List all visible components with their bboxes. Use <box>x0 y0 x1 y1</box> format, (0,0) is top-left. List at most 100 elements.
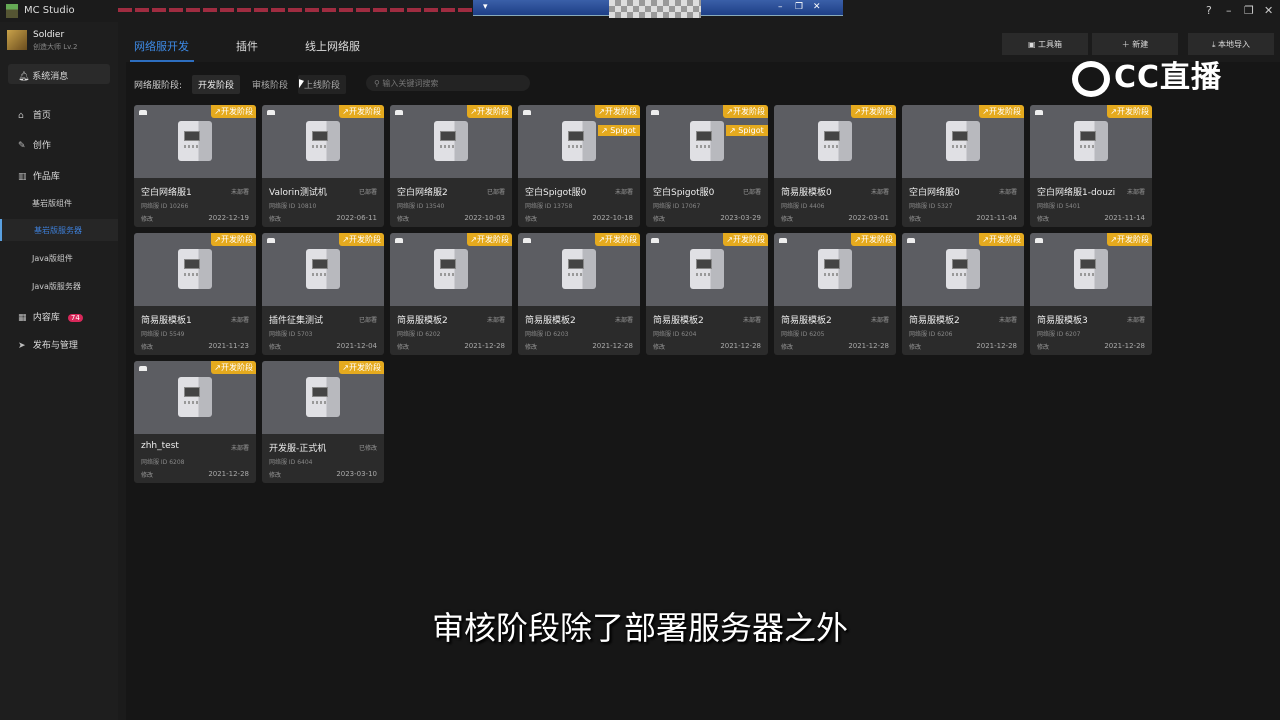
server-cube-icon <box>178 249 212 289</box>
close-icon[interactable]: ✕ <box>813 2 821 12</box>
tab-plugins[interactable]: 插件 <box>236 38 258 54</box>
server-card[interactable]: ↗开发阶段 简易服模板2 未部署 网络服 ID 6202 修改 2021-12-… <box>390 233 512 355</box>
minimize-icon[interactable]: – <box>1226 4 1232 17</box>
stage-dev[interactable]: 开发阶段 <box>192 75 241 94</box>
server-card[interactable]: ↗开发阶段 空白网络服1 未部署 网络服 ID 10266 修改 2022-12… <box>134 105 256 227</box>
deploy-status: 未部署 <box>230 445 249 452</box>
help-icon[interactable]: ? <box>1206 4 1212 17</box>
server-id: 网络服 ID 13758 <box>525 201 572 210</box>
sidebar-item[interactable]: ▥ 作品库 <box>0 163 118 185</box>
restore-icon[interactable]: ❐ <box>795 2 803 12</box>
system-messages-button[interactable]: 🔔︎ 系统消息 <box>8 64 110 84</box>
id-value: 5703 <box>297 331 313 338</box>
server-card[interactable]: ↗开发阶段 Valorin测试机 已部署 网络服 ID 10810 修改 202… <box>262 105 384 227</box>
close-icon[interactable]: ✕ <box>1264 4 1273 17</box>
sidebar-item[interactable]: 基岩版组件 <box>0 192 118 214</box>
cloud-icon <box>651 110 659 115</box>
server-id: 网络服 ID 5401 <box>1037 201 1081 210</box>
id-prefix: 网络服 ID <box>1037 203 1066 210</box>
server-card[interactable]: ↗开发阶段 简易服模板0 未部署 网络服 ID 4406 修改 2022-03-… <box>774 105 896 227</box>
server-thumbnail: ↗开发阶段 ↗ Spigot <box>518 105 640 178</box>
user-name: Soldier <box>33 30 65 40</box>
edit-label: 修改 <box>141 344 154 351</box>
server-cube-icon <box>178 121 212 161</box>
cloud-icon <box>651 238 659 243</box>
server-card[interactable]: ↗开发阶段 空白网络服1-douzi 未部署 网络服 ID 5401 修改 20… <box>1030 105 1152 227</box>
id-prefix: 网络服 ID <box>653 331 682 338</box>
stage-review[interactable]: 审核阶段 <box>246 75 294 94</box>
server-id: 网络服 ID 5549 <box>141 329 185 338</box>
edit-label: 修改 <box>269 216 282 223</box>
sidebar-item[interactable]: ✎ 创作 <box>0 132 118 154</box>
server-cube-icon <box>434 121 468 161</box>
new-label: 新建 <box>1132 40 1149 49</box>
server-thumbnail: ↗开发阶段 <box>1030 233 1152 306</box>
server-card[interactable]: ↗开发阶段 简易服模板3 未部署 网络服 ID 6207 修改 2021-12-… <box>1030 233 1152 355</box>
server-thumbnail: ↗开发阶段 <box>1030 105 1152 178</box>
stage-online[interactable]: 上线阶段 <box>298 75 347 94</box>
server-card[interactable]: ↗开发阶段 简易服模板2 未部署 网络服 ID 6205 修改 2021-12-… <box>774 233 896 355</box>
server-card[interactable]: ↗开发阶段 插件征集测试 已部署 网络服 ID 5703 修改 2021-12-… <box>262 233 384 355</box>
id-prefix: 网络服 ID <box>141 459 170 466</box>
id-value: 6206 <box>937 331 953 338</box>
pen-icon: ✎ <box>18 141 26 151</box>
id-prefix: 网络服 ID <box>653 203 682 210</box>
id-value: 5549 <box>169 331 185 338</box>
sidebar-item[interactable]: Java版组件 <box>0 247 118 269</box>
modified-date: 2021-12-28 <box>1104 342 1145 350</box>
sidebar-item[interactable]: Java版服务器 <box>0 275 118 297</box>
search-input[interactable]: ⚲ 输入关键词搜索 <box>366 75 530 91</box>
server-name: 简易服模板1 <box>141 316 192 326</box>
server-cube-icon <box>434 249 468 289</box>
cc-live-watermark: CC直播 <box>1072 52 1222 97</box>
edit-label: 修改 <box>141 472 154 479</box>
sidebar-item-label: 首页 <box>32 111 51 121</box>
cloud-icon <box>1035 110 1043 115</box>
sidebar-item[interactable]: ▦ 内容库 74 <box>0 304 118 326</box>
server-card[interactable]: ↗开发阶段 ↗ Spigot 空白Spigot服0 已部署 网络服 ID 170… <box>646 105 768 227</box>
server-id: 网络服 ID 4406 <box>781 201 825 210</box>
deploy-status: 已部署 <box>358 189 377 196</box>
edit-label: 修改 <box>397 216 410 223</box>
edit-label: 修改 <box>269 344 282 351</box>
restore-icon[interactable]: ❐ <box>1244 4 1254 17</box>
deploy-status: 未部署 <box>230 189 249 196</box>
server-card[interactable]: ↗开发阶段 空白网络服2 已部署 网络服 ID 13540 修改 2022-10… <box>390 105 512 227</box>
edit-label: 修改 <box>653 216 666 223</box>
edit-label: 修改 <box>1037 344 1050 351</box>
modified-date: 2022-03-01 <box>848 214 889 222</box>
sidebar-item[interactable]: ➤ 发布与管理 <box>0 332 118 354</box>
server-card[interactable]: ↗开发阶段 简易服模板2 未部署 网络服 ID 6206 修改 2021-12-… <box>902 233 1024 355</box>
id-value: 13540 <box>425 203 445 210</box>
server-card[interactable]: ↗开发阶段 简易服模板2 未部署 网络服 ID 6204 修改 2021-12-… <box>646 233 768 355</box>
modified-date: 2021-11-23 <box>208 342 249 350</box>
server-card[interactable]: ↗开发阶段 简易服模板2 未部署 网络服 ID 6203 修改 2021-12-… <box>518 233 640 355</box>
minimize-icon[interactable]: – <box>778 2 783 12</box>
server-card[interactable]: ↗开发阶段 ↗ Spigot 空白Spigot服0 未部署 网络服 ID 137… <box>518 105 640 227</box>
dropdown-icon[interactable]: ▾ <box>483 2 488 12</box>
tab-network-dev[interactable]: 网络服开发 <box>134 38 189 54</box>
server-card[interactable]: ↗开发阶段 简易服模板1 未部署 网络服 ID 5549 修改 2021-11-… <box>134 233 256 355</box>
modified-date: 2021-12-04 <box>336 342 377 350</box>
sidebar-item[interactable]: ⌂ 首页 <box>0 102 118 124</box>
id-value: 6207 <box>1065 331 1081 338</box>
id-value: 13758 <box>553 203 573 210</box>
avatar[interactable] <box>7 30 27 50</box>
sidebar-item[interactable]: 基岩版服务器 <box>0 219 118 241</box>
id-prefix: 网络服 ID <box>397 331 426 338</box>
stage-tag: ↗开发阶段 <box>339 361 384 374</box>
modified-date: 2021-12-28 <box>592 342 633 350</box>
server-card[interactable]: ↗开发阶段 空白网络服0 未部署 网络服 ID 5327 修改 2021-11-… <box>902 105 1024 227</box>
stage-tag: ↗开发阶段 <box>979 105 1024 118</box>
cloud-icon <box>779 238 787 243</box>
video-subtitle: 审核阶段除了部署服务器之外 <box>431 609 848 647</box>
stage-filter-label: 网络服阶段: <box>134 81 183 91</box>
modified-date: 2021-12-28 <box>208 470 249 478</box>
deploy-status: 未部署 <box>870 317 889 324</box>
cc-logo-icon <box>1072 60 1110 97</box>
tab-online-servers[interactable]: 线上网络服 <box>305 38 360 54</box>
edit-label: 修改 <box>653 344 666 351</box>
server-card[interactable]: ↗开发阶段 zhh_test 未部署 网络服 ID 6208 修改 2021-1… <box>134 361 256 483</box>
server-card[interactable]: ↗开发阶段 开发服-正式机 已修改 网络服 ID 6404 修改 2023-03… <box>262 361 384 483</box>
sidebar-item-label: 基岩版组件 <box>32 199 72 208</box>
